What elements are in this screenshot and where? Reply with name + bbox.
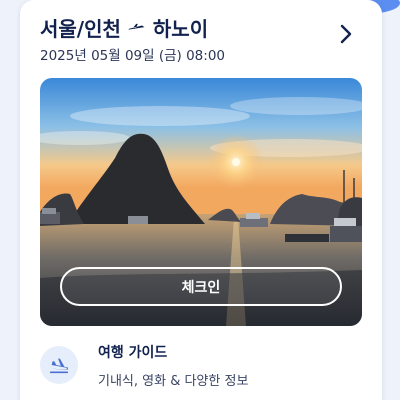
origin-city: 서울/인천 [40, 17, 121, 41]
airplane-icon [127, 18, 147, 38]
destination-photo: 체크인 [40, 78, 362, 326]
departure-datetime: 2025년 05월 09일 (금) 08:00 [40, 48, 225, 64]
route-title: 서울/인천 하노이 [40, 13, 208, 42]
checkin-button[interactable]: 체크인 [60, 267, 342, 306]
guide-title: 여행 가이드 [98, 345, 168, 361]
guide-subtitle: 기내식, 영화 & 다양한 정보 [98, 374, 249, 389]
travel-guide-link[interactable]: 여행 가이드 기내식, 영화 & 다양한 정보 [40, 342, 362, 400]
airplane-landing-icon [40, 346, 78, 384]
chevron-right-icon[interactable] [336, 22, 356, 46]
trip-card[interactable]: 서울/인천 하노이 2025년 05월 09일 (금) 08:00 체크인 여행… [20, 0, 382, 400]
destination-city: 하노이 [152, 17, 209, 41]
